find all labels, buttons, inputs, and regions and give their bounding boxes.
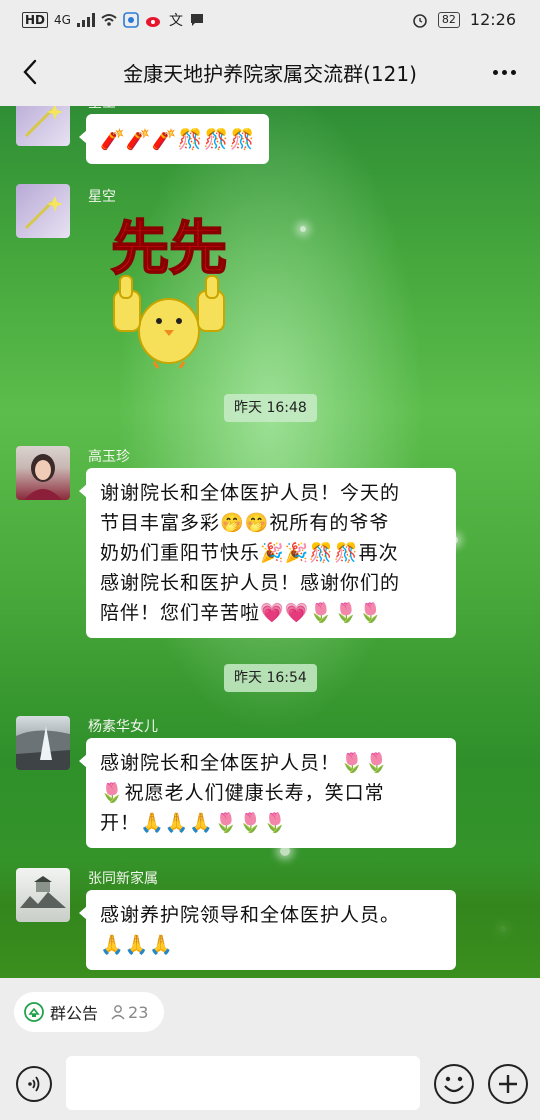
person-photo bbox=[24, 454, 62, 500]
clock: 12:26 bbox=[469, 10, 516, 29]
avatar[interactable] bbox=[16, 106, 70, 146]
sender-name: 杨素华女儿 bbox=[88, 719, 158, 735]
timestamp-chip: 昨天 16:48 bbox=[224, 394, 317, 422]
wifi-icon bbox=[101, 14, 117, 26]
message-icon bbox=[190, 14, 203, 26]
message-bubble[interactable]: 感谢养护院领导和全体医护人员。 🙏🙏🙏 bbox=[79, 890, 456, 970]
dot-icon bbox=[501, 69, 507, 75]
sender-name: 星空 bbox=[88, 189, 116, 205]
message-bubble[interactable]: 谢谢院长和全体医护人员！今天的 节目丰富多彩🤭🤭祝所有的爷爷 奶奶们重阳节快乐🎉… bbox=[79, 468, 456, 638]
translate-icon: 文 bbox=[168, 13, 183, 29]
message-line: 感谢院长和全体医护人员！🌷🌷 bbox=[100, 752, 390, 774]
chevron-left-icon bbox=[23, 59, 37, 85]
chat-input-area: 群公告 23 bbox=[0, 978, 540, 1120]
message-input[interactable] bbox=[66, 1056, 420, 1110]
sender-name: 星空 bbox=[88, 106, 116, 112]
background-sparkle bbox=[300, 226, 306, 232]
sender-name: 高玉珍 bbox=[88, 449, 130, 465]
thumbs-up-chick-sticker[interactable]: 先先 bbox=[84, 206, 254, 371]
message-line: 🙏🙏🙏 bbox=[100, 934, 174, 956]
chat-title: 金康天地护养院家属交流群(121) bbox=[123, 62, 417, 86]
message-line: 节目丰富多彩🤭🤭祝所有的爷爷 bbox=[100, 512, 390, 534]
message-bubble[interactable]: 🧨🧨🧨🎊🎊🎊 bbox=[78, 114, 270, 164]
network-type: 4G bbox=[54, 13, 71, 27]
ink-painting-photo bbox=[20, 876, 66, 908]
dot-icon bbox=[510, 69, 516, 75]
member-count-value: 23 bbox=[128, 1002, 149, 1022]
app-notification-icon bbox=[123, 12, 139, 28]
landscape-photo bbox=[16, 726, 70, 770]
person-icon bbox=[111, 1005, 125, 1020]
message-line: 感谢养护院领导和全体医护人员。 bbox=[100, 904, 401, 926]
battery-indicator: 82 bbox=[437, 11, 460, 28]
status-left: HD 4G 文 bbox=[22, 10, 205, 30]
shooting-star-icon bbox=[24, 106, 63, 138]
notice-icon bbox=[24, 1002, 44, 1022]
voice-input-button[interactable] bbox=[16, 1066, 52, 1102]
avatar[interactable] bbox=[16, 446, 70, 500]
chat-messages-area[interactable]: 星空 🧨🧨🧨🎊🎊🎊 星空 先先 昨天 16:48 bbox=[0, 106, 540, 978]
smiley-icon bbox=[444, 1076, 464, 1093]
group-notice-button[interactable]: 群公告 23 bbox=[14, 992, 165, 1032]
voice-icon bbox=[28, 1076, 40, 1092]
notice-label: 群公告 bbox=[50, 1004, 99, 1023]
avatar[interactable] bbox=[16, 184, 70, 238]
status-bar: HD 4G 文 82 12:26 bbox=[0, 0, 540, 40]
avatar[interactable] bbox=[16, 868, 70, 922]
shooting-star-icon bbox=[24, 196, 63, 230]
message-line: 感谢院长和医护人员！感谢你们的 bbox=[100, 572, 401, 594]
sticker-text: 先先 bbox=[111, 214, 227, 282]
dot-icon bbox=[492, 69, 498, 75]
back-button[interactable] bbox=[12, 54, 48, 90]
emoji-button[interactable] bbox=[434, 1064, 474, 1104]
message-bubble[interactable]: 感谢院长和全体医护人员！🌷🌷 🌷祝愿老人们健康长寿，笑口常 开！🙏🙏🙏🌷🌷🌷 bbox=[79, 738, 456, 848]
more-functions-button[interactable] bbox=[488, 1064, 528, 1104]
message-line: 奶奶们重阳节快乐🎉🎉🎊🎊再次 bbox=[100, 542, 399, 564]
chat-header: 金康天地护养院家属交流群(121) bbox=[0, 40, 540, 106]
sticker-image: 先先 bbox=[110, 213, 228, 369]
message-line: 谢谢院长和全体医护人员！今天的 bbox=[100, 482, 401, 504]
sender-name: 张同新家属 bbox=[88, 871, 158, 887]
alarm-icon bbox=[413, 13, 427, 28]
avatar[interactable] bbox=[16, 716, 70, 770]
message-line: 陪伴！您们辛苦啦💗💗🌷🌷🌷 bbox=[100, 602, 384, 624]
member-count: 23 bbox=[110, 1003, 148, 1022]
plus-icon bbox=[499, 1075, 517, 1093]
message-line: 🌷祝愿老人们健康长寿，笑口常 bbox=[100, 782, 385, 804]
hd-indicator: HD bbox=[22, 12, 49, 28]
signal-icon bbox=[76, 13, 95, 27]
weibo-icon bbox=[145, 17, 160, 27]
more-options-button[interactable] bbox=[486, 54, 522, 90]
status-right: 82 12:26 bbox=[412, 10, 516, 29]
message-line: 开！🙏🙏🙏🌷🌷🌷 bbox=[100, 812, 288, 834]
timestamp-chip: 昨天 16:54 bbox=[224, 664, 317, 692]
